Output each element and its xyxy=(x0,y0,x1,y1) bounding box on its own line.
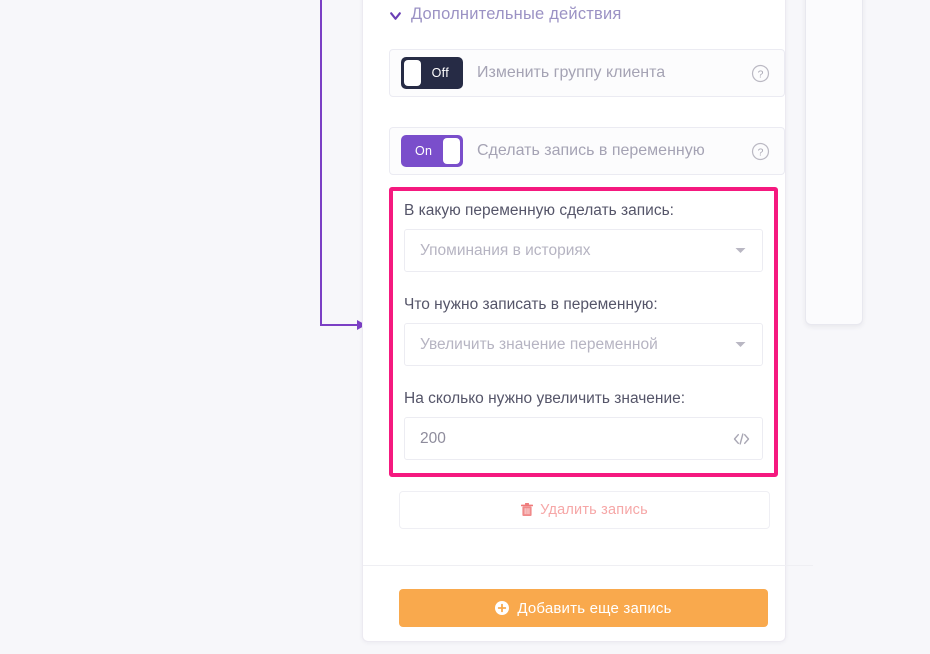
section-divider xyxy=(363,565,813,566)
amount-input[interactable]: 200 xyxy=(404,417,763,460)
code-brackets-icon[interactable] xyxy=(733,432,750,446)
chevron-down-icon[interactable] xyxy=(389,9,402,22)
plus-circle-icon xyxy=(495,601,510,615)
amount-input-value: 200 xyxy=(420,429,446,447)
add-record-button[interactable]: Добавить еще запись xyxy=(399,589,768,627)
toggle-row-write-to-variable[interactable]: On Сделать запись в переменную ? xyxy=(389,127,785,175)
section-header[interactable]: Дополнительные действия xyxy=(389,1,787,27)
action-select[interactable]: Увеличить значение переменной xyxy=(404,323,763,366)
variable-select-value: Упоминания в историях xyxy=(420,241,591,259)
svg-text:?: ? xyxy=(758,147,764,158)
variable-select[interactable]: Упоминания в историях xyxy=(404,229,763,272)
help-circle-icon[interactable]: ? xyxy=(751,64,770,83)
action-select-value: Увеличить значение переменной xyxy=(420,335,658,353)
variable-field-label: В какую переменную сделать запись: xyxy=(404,202,674,219)
toggle-label: Изменить группу клиента xyxy=(477,64,666,81)
chevron-down-icon[interactable] xyxy=(735,247,746,254)
delete-record-button[interactable]: Удалить запись xyxy=(399,491,770,529)
toggle-label: Сделать запись в переменную xyxy=(477,142,705,159)
background-card-right xyxy=(805,0,863,325)
action-block-panel: Дополнительные действия Off Изменить гру… xyxy=(362,0,813,642)
add-record-label: Добавить еще запись xyxy=(517,599,672,617)
toggle-knob xyxy=(443,138,460,164)
toggle-state-label: On xyxy=(415,144,433,158)
toggle-state-label: Off xyxy=(431,66,449,80)
toggle-knob xyxy=(404,60,421,86)
trash-icon xyxy=(521,503,534,516)
delete-record-label: Удалить запись xyxy=(540,502,648,518)
help-circle-icon[interactable]: ? xyxy=(751,142,770,161)
svg-text:?: ? xyxy=(758,69,764,80)
section-title: Дополнительные действия xyxy=(411,4,622,23)
action-field-label: Что нужно записать в переменную: xyxy=(404,296,658,313)
toggle-switch-off[interactable]: Off xyxy=(401,57,463,89)
chevron-down-icon[interactable] xyxy=(735,341,746,348)
variable-record-highlight-box: В какую переменную сделать запись: Упоми… xyxy=(389,187,778,477)
toggle-switch-on[interactable]: On xyxy=(401,135,463,167)
toggle-row-change-client-group[interactable]: Off Изменить группу клиента ? xyxy=(389,49,785,97)
amount-field-label: На сколько нужно увеличить значение: xyxy=(404,390,686,407)
